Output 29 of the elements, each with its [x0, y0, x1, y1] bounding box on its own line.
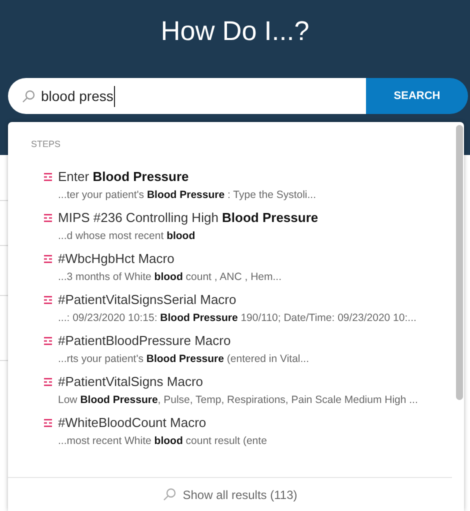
- result-title[interactable]: MIPS #236 Controlling High Blood Pressure: [58, 210, 318, 226]
- result-snippet: ...: 09/23/2020 10:15: Blood Pressure 190/110; Date/Time: 09/23/2020 10:...: [58, 311, 416, 325]
- result-snippet: ...d whose most recent blood: [58, 229, 196, 243]
- result-title[interactable]: Enter Blood Pressure: [58, 169, 316, 185]
- result-snippet: Low Blood Pressure, Pulse, Temp, Respirations, Pain Scale Medium High ...: [58, 393, 418, 407]
- page-title: How Do I...?: [160, 15, 310, 48]
- scrollbar-thumb[interactable]: [456, 125, 463, 400]
- result-snippet: ...3 months of White blood count , ANC , Hem...: [58, 270, 282, 284]
- step-icon: [44, 419, 52, 427]
- show-all-results-link[interactable]: Show all results (113): [182, 486, 298, 504]
- result-title[interactable]: #PatientVitalSigns Macro: [58, 374, 418, 390]
- step-icon: [44, 214, 52, 222]
- search-button[interactable]: SEARCH: [366, 78, 468, 114]
- result-title[interactable]: #PatientVitalSignsSerial Macro: [58, 292, 416, 308]
- search-icon: [162, 488, 176, 501]
- result-snippet: ...ter your patient's Blood Pressure : Type the Systoli...: [58, 188, 316, 202]
- result-snippet: ...rts your patient's Blood Pressure (entered in Vital...: [58, 352, 310, 366]
- result-title[interactable]: #WbcHgbHct Macro: [58, 251, 282, 267]
- result-snippet: ...most recent White blood count result (ente: [58, 434, 267, 448]
- step-icon: [44, 255, 52, 263]
- search-field[interactable]: blood press: [8, 78, 367, 114]
- search-icon: [22, 90, 35, 102]
- step-icon: [44, 337, 52, 345]
- section-heading: STEPS: [31, 138, 61, 150]
- step-icon: [44, 378, 52, 386]
- result-title[interactable]: #WhiteBloodCount Macro: [58, 415, 267, 431]
- step-icon: [44, 173, 52, 181]
- step-icon: [44, 296, 52, 304]
- result-title[interactable]: #PatientBloodPressure Macro: [58, 333, 310, 349]
